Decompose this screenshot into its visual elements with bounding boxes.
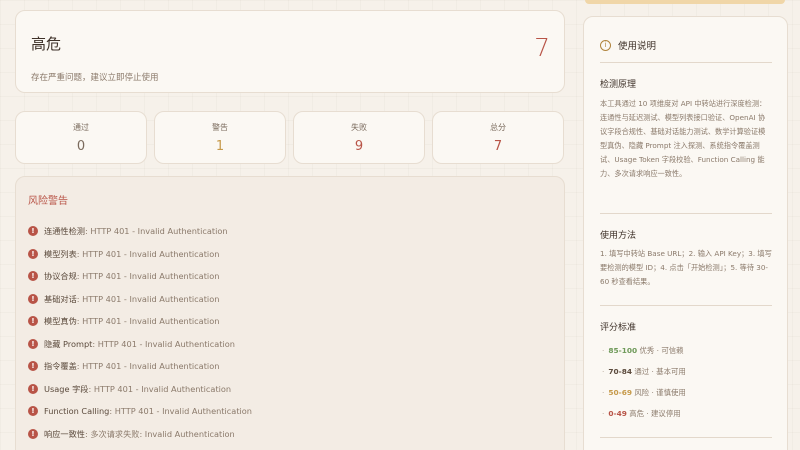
warning-item: ! 模型真伪: HTTP 401 - Invalid Authentication [28,310,558,333]
usage-sidebar: i 使用说明 检测原理 本工具通过 10 项维度对 API 中转站进行深度检测：… [583,16,788,450]
warning-detail: : HTTP 401 - Invalid Authentication [76,271,220,282]
principle-text: 本工具通过 10 项维度对 API 中转站进行深度检测：连通性与延迟测试、模型列… [600,99,767,178]
divider [600,437,772,438]
divider [600,213,772,214]
warning-detail: : HTTP 401 - Invalid Authentication [109,406,252,417]
warning-item: ! Function Calling: HTTP 401 - Invalid Au… [28,400,558,423]
warning-detail: : HTTP 401 - Invalid Authentication [92,338,235,349]
warning-list: ! 连通性检测: HTTP 401 - Invalid Authenticatio… [28,220,558,445]
score-range: 85-100 [608,346,638,355]
warning-item: ! Usage 字段: HTTP 401 - Invalid Authentica… [28,378,558,401]
warning-item: ! 基础对话: HTTP 401 - Invalid Authentication [28,288,558,311]
usage-title: 使用方法 [600,231,637,241]
scoring-title: 评分标准 [600,323,637,333]
usage-text: 1. 填写中转站 Base URL；2. 输入 API Key；3. 填写要检测… [600,249,772,286]
sidebar-title: 使用说明 [618,41,657,52]
error-icon: ! [28,361,38,372]
stat-label: 警告 [212,123,228,132]
warning-name: 模型真伪 [44,316,77,327]
warning-detail: : HTTP 401 - Invalid Authentication [76,316,220,327]
warning-name: 基础对话 [44,293,77,304]
stat-card-total: 总分 7 [432,111,564,164]
score-range: 50-69 [608,388,632,397]
verdict-score: 7 [534,33,550,62]
warning-item: ! 隐藏 Prompt: HTTP 401 - Invalid Authentic… [28,333,558,356]
score-item: · 0-49 高危 · 建议停用 [602,409,681,418]
score-desc: 通过 · 基本可用 [632,367,686,376]
score-item: · 85-100 优秀 · 可信赖 [602,346,684,355]
score-item: · 70-84 通过 · 基本可用 [602,367,686,376]
error-icon: ! [28,383,38,394]
warning-item: ! 响应一致性: 多次请求失败: Invalid Authentication [28,423,558,446]
stat-value: 7 [493,139,503,154]
info-icon: i [600,39,611,51]
stat-card-warning: 警告 1 [154,111,286,164]
error-icon: ! [28,428,38,439]
verdict-subtitle: 存在严重问题，建议立即停止使用 [31,73,159,83]
score-range: 70-84 [608,367,632,376]
principle-title: 检测原理 [600,80,637,90]
score-item: · 50-69 风险 · 谨慎使用 [602,388,686,397]
error-icon: ! [28,226,38,237]
divider [600,62,772,63]
stat-card-pass: 通过 0 [15,111,147,164]
warning-item: ! 模型列表: HTTP 401 - Invalid Authentication [28,243,558,266]
stat-label: 总分 [490,123,506,132]
error-icon: ! [28,338,38,349]
warning-detail: : HTTP 401 - Invalid Authentication [76,248,220,259]
warning-detail: : HTTP 401 - Invalid Authentication [88,383,232,394]
warning-name: 隐藏 Prompt [44,338,93,349]
warning-detail: : 多次请求失败: Invalid Authentication [84,428,235,439]
page: 高危 存在严重问题，建议立即停止使用 7 通过 0 警告 1 失败 9 总分 7… [0,0,800,450]
warning-detail: : HTTP 401 - Invalid Authentication [76,361,220,372]
warning-name: 连通性检测 [44,226,85,237]
stat-value: 1 [215,139,225,154]
accent-bar [585,0,785,4]
warning-item: ! 指令覆盖: HTTP 401 - Invalid Authentication [28,355,558,378]
score-range: 0-49 [608,409,627,418]
warning-name: 模型列表 [44,248,77,259]
verdict-title: 高危 [31,35,62,53]
warning-name: 指令覆盖 [44,361,77,372]
warning-item: ! 协议合规: HTTP 401 - Invalid Authentication [28,265,558,288]
warning-detail: : HTTP 401 - Invalid Authentication [76,293,220,304]
warning-name: 协议合规 [44,271,77,282]
divider [600,305,772,306]
warning-name: Function Calling [44,406,110,417]
score-desc: 优秀 · 可信赖 [637,346,684,355]
error-icon: ! [28,406,38,417]
risk-warnings-panel: 风险警告 ! 连通性检测: HTTP 401 - Invalid Authenti… [15,176,565,450]
error-icon: ! [28,271,38,282]
warnings-title: 风险警告 [28,196,68,207]
stat-value: 9 [354,139,364,154]
warning-detail: : HTTP 401 - Invalid Authentication [84,226,228,237]
score-desc: 风险 · 谨慎使用 [632,388,686,397]
stat-label: 失败 [351,123,367,132]
error-icon: ! [28,248,38,259]
score-desc: 高危 · 建议停用 [626,409,681,418]
warning-name: 响应一致性 [44,428,85,439]
verdict-card: 高危 存在严重问题，建议立即停止使用 7 [15,10,565,93]
warning-item: ! 连通性检测: HTTP 401 - Invalid Authenticatio… [28,220,558,243]
sidebar-header: i 使用说明 [600,38,656,52]
stat-card-fail: 失败 9 [293,111,425,164]
error-icon: ! [28,316,38,327]
error-icon: ! [28,293,38,304]
stat-value: 0 [76,139,86,154]
stat-label: 通过 [73,123,89,132]
warning-name: Usage 字段 [44,383,89,394]
